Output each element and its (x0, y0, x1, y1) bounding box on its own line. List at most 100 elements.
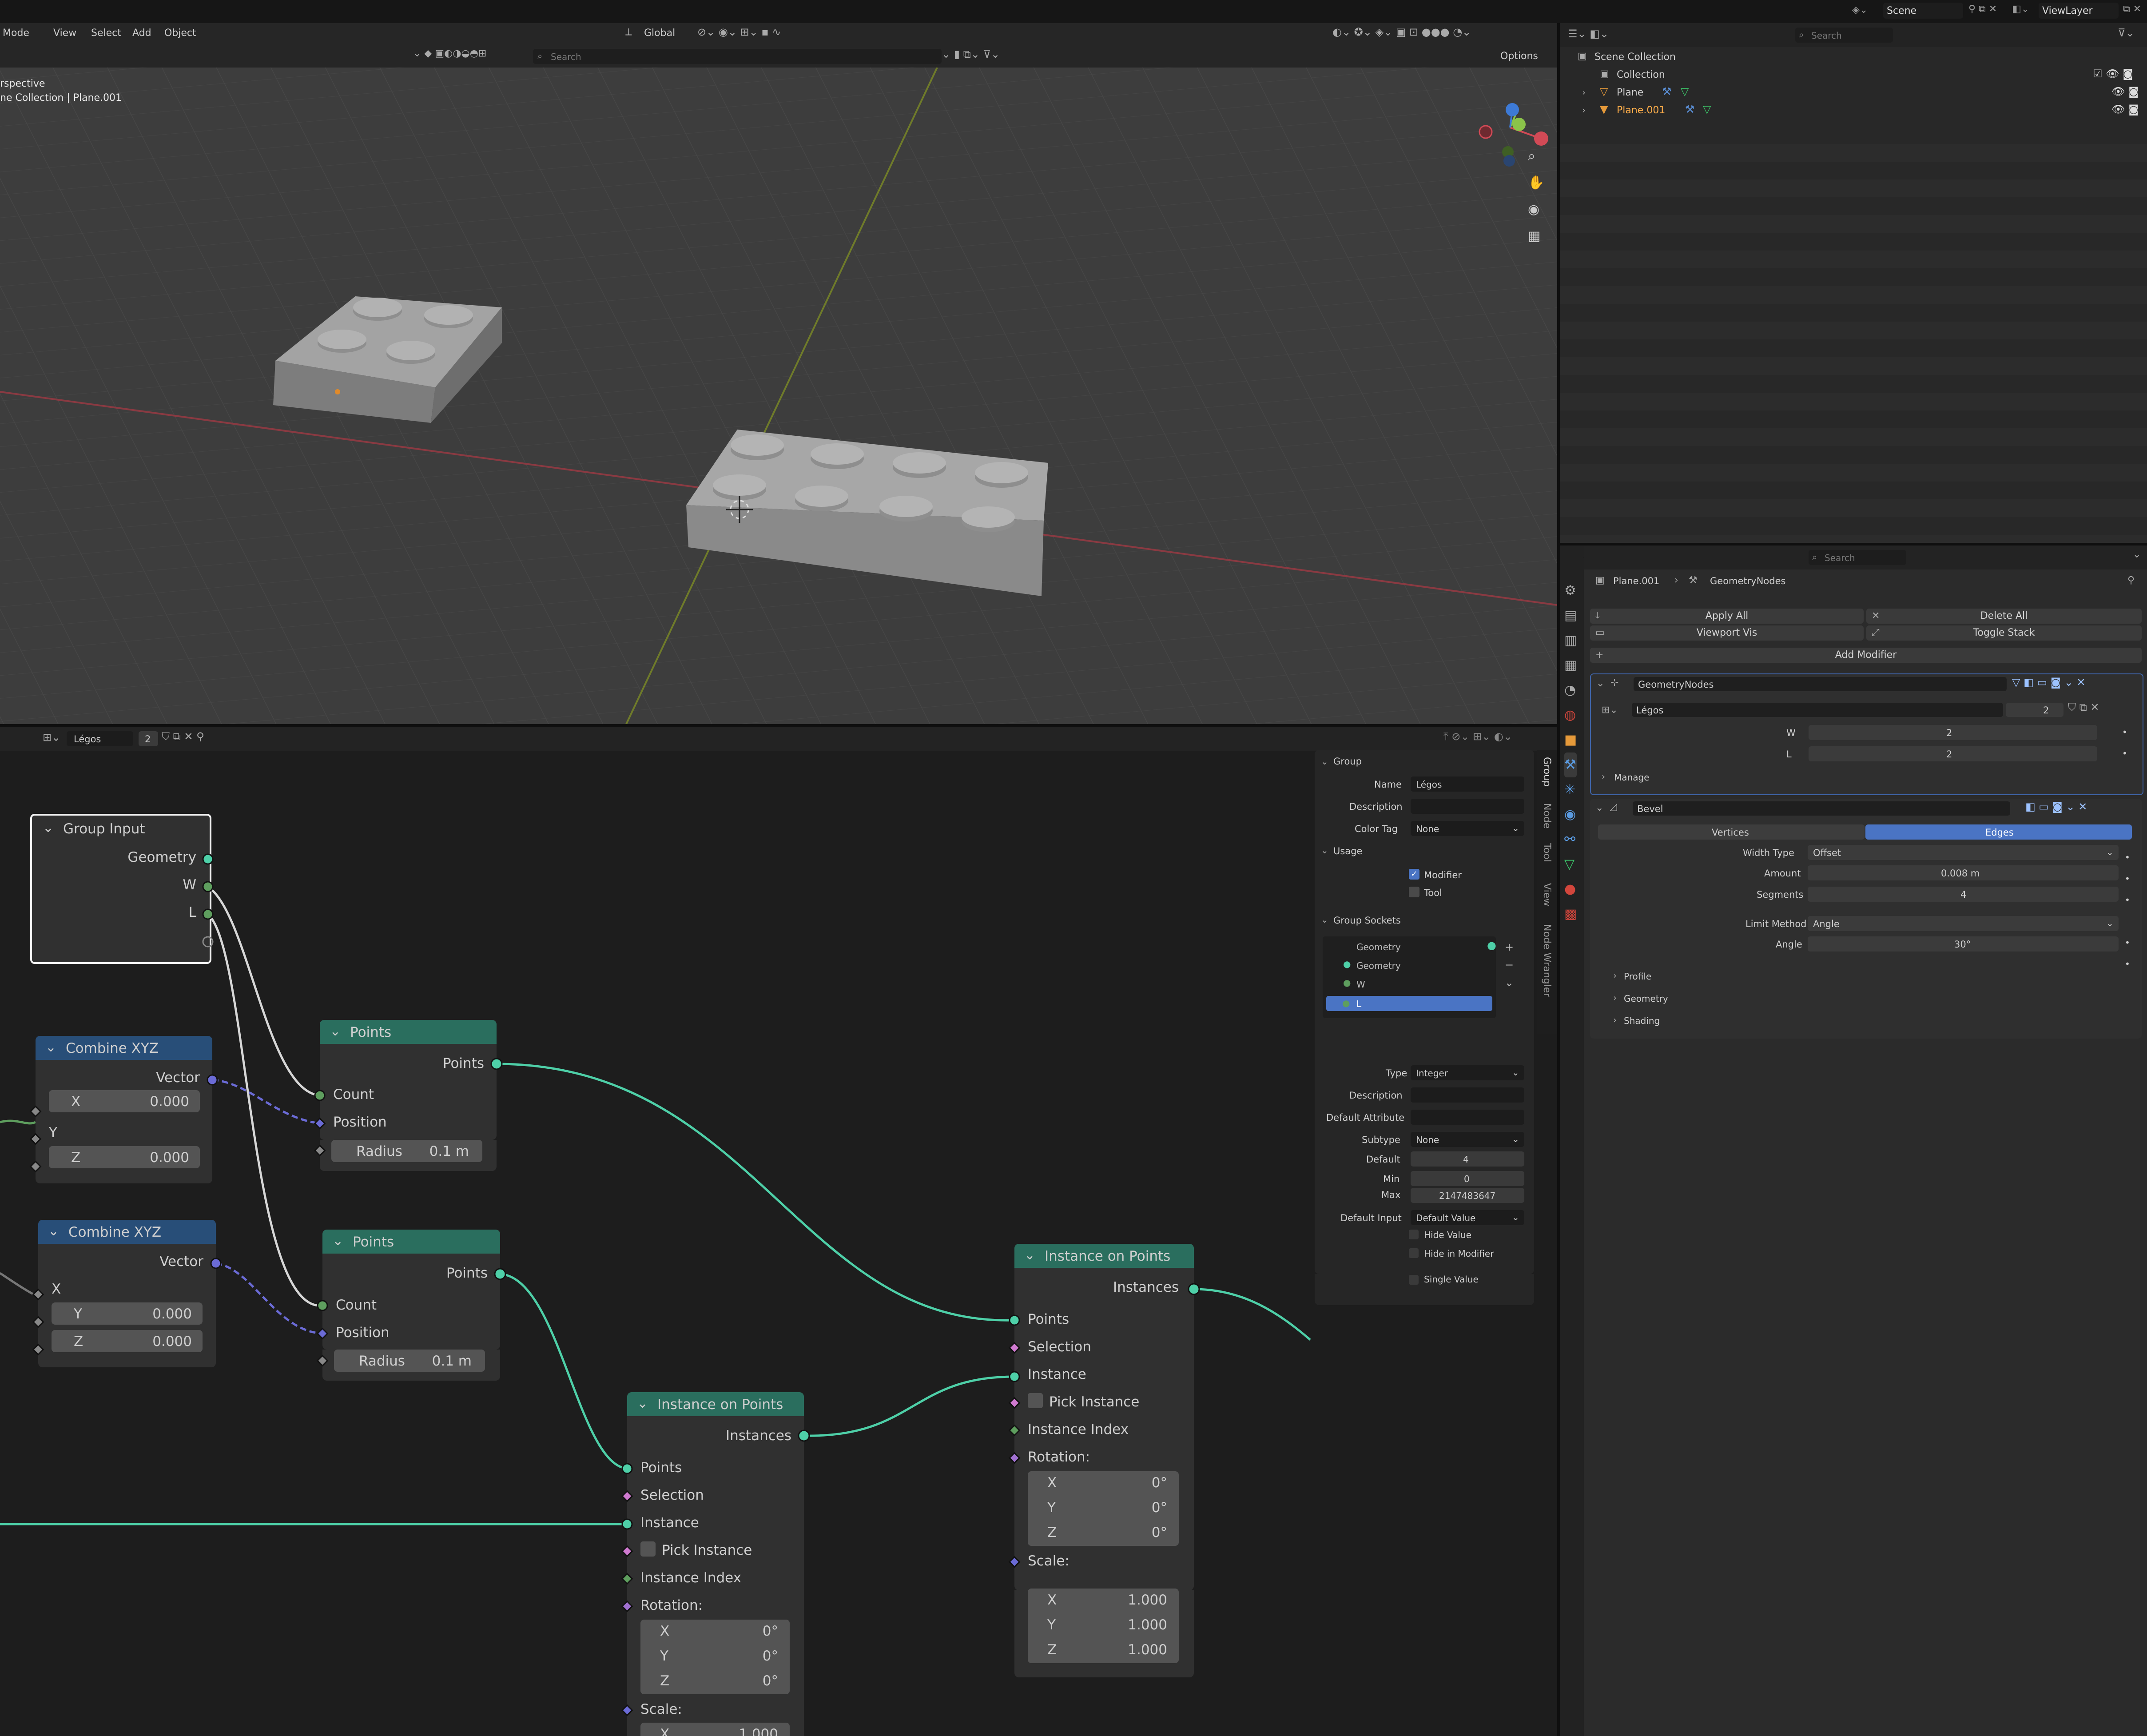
tab-node-wrangler[interactable]: Node Wrangler (1541, 924, 1552, 997)
width-type-dropdown[interactable]: Offset ⌄ (1808, 845, 2119, 860)
pin-icon[interactable]: ⚲ ⧉ ✕ (1968, 4, 1997, 15)
modifier-toggle-icons[interactable]: ▽ ◧ ▭ ◙ ⌄ ✕ (2012, 676, 2085, 689)
tab-group[interactable]: Group (1541, 757, 1552, 787)
segments-field[interactable]: 4 (1808, 887, 2119, 902)
chevron-down-icon[interactable]: ⌄ (1321, 845, 1328, 856)
amount-field[interactable]: 0.008 m (1808, 865, 2119, 880)
fake-user-icons[interactable]: ⛉ ⧉ ✕ (2068, 701, 2099, 713)
filter-icon[interactable]: ⊽⌄ (2118, 27, 2135, 39)
node-points-2[interactable]: ⌄ Points Points Count Position (322, 1230, 500, 1350)
filter-funnel-icon[interactable]: ⌄ ▮ ⧉⌄ ⊽⌄ (942, 48, 1000, 60)
gizmo-toggle-icons[interactable]: ◐⌄ ✪⌄ ◈⌄ ▣ ⊡ ●●● ◔⌄ (1332, 26, 1471, 38)
chevron-right-icon[interactable]: › (1613, 1015, 1617, 1025)
tab-view[interactable]: View (1541, 883, 1552, 906)
chevron-down-icon[interactable]: ⌄ (330, 1023, 341, 1039)
default-input-dropdown[interactable]: Default Value ⌄ (1411, 1210, 1524, 1225)
modifier-name-field[interactable]: GeometryNodes (1634, 677, 2007, 691)
properties-tab-icons[interactable]: ⚙ ▤ ▥ ▦ ◔ ◍ ■ ⚒ ✳ ◉ ⚯ ▽ ● ▩ (1564, 578, 1577, 927)
pick-instance-checkbox[interactable] (1028, 1393, 1043, 1408)
constraints-tab-icon[interactable]: ⚯ (1564, 827, 1577, 852)
node-tree-users[interactable]: 2 (2006, 703, 2064, 717)
default-field[interactable]: 4 (1411, 1151, 1524, 1167)
apply-all-button[interactable]: ⤓ Apply All (1590, 609, 1864, 624)
modifier-toggle-icons[interactable]: ◧ ▭ ◙ ⌄ ✕ (2025, 800, 2087, 813)
single-value-checkbox[interactable] (1409, 1275, 1419, 1285)
affect-vertices-toggle[interactable]: Vertices (1598, 824, 1865, 840)
group-sockets-header[interactable]: Group Sockets (1333, 915, 1401, 926)
physics-tab-icon[interactable]: ◉ (1564, 802, 1577, 827)
chevron-down-icon[interactable]: ⌄ (1321, 914, 1328, 925)
min-field[interactable]: 0 (1411, 1171, 1524, 1186)
rotation-vector-field[interactable]: X 0° Y 0° Z 0° (640, 1620, 790, 1694)
view-layer-tab-icon[interactable]: ▦ (1564, 653, 1577, 678)
description-field[interactable] (1411, 799, 1524, 814)
outliner-row-collection[interactable]: ▣ Collection ☑ 👁 ◙ (1600, 67, 2142, 84)
socket-description-field[interactable] (1411, 1087, 1524, 1103)
chevron-down-icon[interactable]: ⌄ (43, 820, 54, 836)
keyframe-dot-icon[interactable]: • (2122, 748, 2127, 759)
zoom-icon[interactable]: ⌕ (1528, 148, 1546, 175)
pick-instance-checkbox[interactable] (640, 1541, 656, 1557)
affect-edges-toggle[interactable]: Edges (1865, 824, 2132, 840)
limit-method-dropdown[interactable]: Angle ⌄ (1808, 916, 2119, 931)
group-header[interactable]: Group (1333, 756, 1362, 767)
chevron-down-icon[interactable]: ⌄ (45, 1039, 56, 1055)
particles-tab-icon[interactable]: ✳ (1564, 777, 1577, 802)
view-layer-icon[interactable]: ◧⌄ (2012, 4, 2029, 15)
socket-type-dropdown[interactable]: Integer ⌄ (1411, 1065, 1524, 1080)
input-w-field[interactable]: 2 (1809, 725, 2097, 740)
delete-all-button[interactable]: ✕ Delete All (1866, 609, 2142, 624)
chevron-down-icon[interactable]: ⌄ (332, 1233, 343, 1249)
new-layer-icon[interactable]: ⧉ ✕ (2123, 4, 2141, 15)
modifier-tab-icon[interactable]: ⚒ (1564, 753, 1577, 777)
toggle-stack-button[interactable]: ⤢ Toggle Stack (1866, 625, 2142, 641)
node-editor[interactable]: ⊞⌄ Légos 2 ⛉ ⧉ ✕ ⚲ ⤒ ⊘⌄ ⊞⌄ ◐⌄ ⌄ Group In… (0, 727, 1557, 1736)
mode-menu[interactable]: Mode (3, 28, 29, 39)
modifier-name-field[interactable]: Bevel (1633, 801, 2010, 816)
render-tab-icon[interactable]: ▤ (1564, 603, 1577, 628)
socket-input-geometry[interactable]: Geometry (1356, 960, 1401, 971)
area-divider-right[interactable] (1560, 543, 2147, 545)
node-instance-on-points-1[interactable]: ⌄ Instance on Points Instances Points Se… (627, 1392, 804, 1736)
profile-subpanel[interactable]: Profile (1624, 971, 1651, 982)
node-points-1[interactable]: ⌄ Points Points Count Position (320, 1020, 497, 1140)
node-tree-selector[interactable]: Légos (1632, 703, 2003, 717)
viewport-search-field[interactable]: ⌕ Search (533, 49, 942, 64)
z-field[interactable]: Z 0.000 (52, 1330, 203, 1352)
options-menu[interactable]: Options (1500, 51, 1538, 62)
pivot-icon[interactable]: ⊘⌄ ◉⌄ ⊞⌄ ▪ ∿ (697, 26, 781, 38)
keyframe-dot-icon[interactable]: • (2122, 727, 2127, 737)
chevron-down-icon[interactable]: ⌄ (1596, 678, 1604, 689)
menu-add[interactable]: Add (132, 28, 151, 39)
z-field[interactable]: Z 0.000 (49, 1146, 200, 1168)
geometry-subpanel[interactable]: Geometry (1624, 993, 1668, 1004)
usage-header[interactable]: Usage (1333, 846, 1362, 856)
chevron-down-icon[interactable]: ⌄ (637, 1396, 648, 1411)
chevron-down-icon[interactable]: ⌄ (2133, 549, 2141, 560)
editor-type-icon[interactable]: ☰⌄ ◧⌄ (1568, 28, 1609, 40)
radius-field[interactable]: Radius 0.1 m (334, 1350, 485, 1372)
chevron-right-icon[interactable]: › (1602, 771, 1605, 782)
node-group-input[interactable]: ⌄ Group Input Geometry W L (30, 814, 211, 964)
scale-vector-field[interactable]: X 1.000 (640, 1723, 790, 1736)
pin-icon[interactable]: ⚲ (2127, 575, 2135, 586)
visibility-icons[interactable]: 👁 ◙ (2111, 85, 2139, 98)
outliner-search-field[interactable]: ⌕ Search (1795, 28, 1893, 43)
add-modifier-button[interactable]: + Add Modifier (1590, 648, 2142, 663)
material-tab-icon[interactable]: ● (1564, 877, 1577, 902)
chevron-down-icon[interactable]: ⌄ (1595, 802, 1603, 813)
shading-subpanel[interactable]: Shading (1624, 1015, 1660, 1026)
scene-tab-icon[interactable]: ◔ (1564, 678, 1577, 703)
scene-selector[interactable]: Scene (1883, 3, 1963, 19)
expand-chevron-icon[interactable]: › (1582, 105, 1586, 115)
group-sockets-list[interactable]: Geometry ● ● Geometry ● W ● L (1323, 936, 1496, 1018)
tab-node[interactable]: Node (1541, 803, 1552, 828)
visibility-icons[interactable]: ☑ 👁 ◙ (2093, 68, 2133, 80)
object-tab-icon[interactable]: ■ (1564, 728, 1577, 753)
menu-object[interactable]: Object (164, 28, 196, 39)
viewport-vis-button[interactable]: ▭ Viewport Vis (1590, 625, 1864, 641)
camera-icon[interactable]: ◉ (1528, 202, 1546, 228)
node-combine-xyz-2[interactable]: ⌄ Combine XYZ Vector X Y 0.000 Z 0.000 (38, 1220, 216, 1367)
scene-icon[interactable]: ◈⌄ (1852, 4, 1868, 16)
y-field[interactable]: Y 0.000 (52, 1302, 203, 1325)
